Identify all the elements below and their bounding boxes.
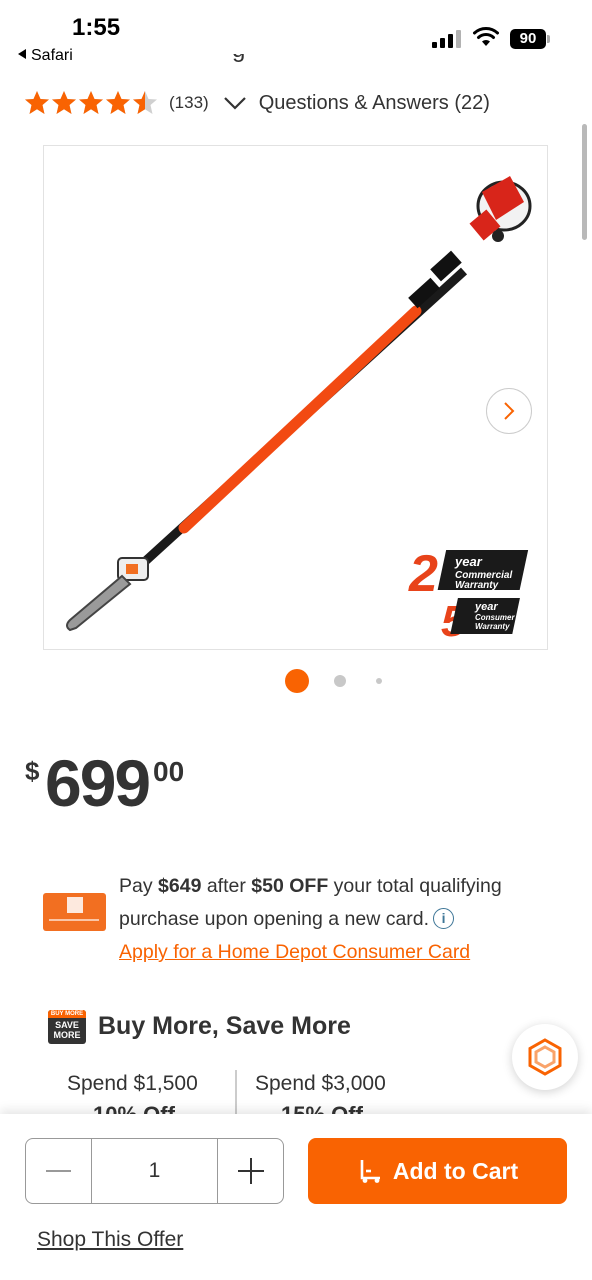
- scrollbar[interactable]: [582, 124, 587, 240]
- back-app-label: Safari: [31, 47, 73, 64]
- svg-text:Warranty: Warranty: [475, 622, 510, 631]
- star-icon: [52, 91, 76, 114]
- card-number-line: [49, 919, 99, 921]
- wifi-icon: [473, 27, 499, 46]
- bmsm-icon-save: SAVE: [55, 1020, 79, 1030]
- star-icon: [106, 91, 130, 114]
- battery-icon: 90: [510, 29, 546, 49]
- shop-this-offer-link[interactable]: Shop This Offer: [37, 1228, 183, 1252]
- add-to-cart-button[interactable]: Add to Cart: [308, 1138, 567, 1204]
- plus-icon[interactable]: [218, 1139, 283, 1203]
- rating-row[interactable]: (133) Questions & Answers (22): [24, 89, 490, 117]
- back-triangle-icon: [18, 49, 26, 59]
- carousel-dot-active[interactable]: [285, 669, 309, 693]
- carousel-dot[interactable]: [334, 675, 346, 687]
- bmsm-icon-more: MORE: [53, 1030, 81, 1040]
- cart-dolly-icon: [360, 1160, 380, 1183]
- svg-text:year: year: [474, 601, 498, 613]
- back-to-safari[interactable]: Safari: [18, 47, 73, 65]
- offer-pre: Pay: [119, 875, 159, 897]
- quantity-input[interactable]: 1: [91, 1139, 218, 1203]
- product-title-clipped: g: [232, 54, 258, 68]
- home-depot-logo: [67, 897, 83, 913]
- svg-text:2: 2: [408, 545, 438, 603]
- next-image-button[interactable]: [486, 388, 532, 434]
- product-image: 2 year Commercial Warranty 5 year Consum…: [66, 176, 532, 646]
- offer-amount: $649: [158, 875, 202, 897]
- carousel-dot-small[interactable]: [376, 678, 382, 684]
- status-bar: 1:55 Safari 90: [0, 0, 592, 80]
- star-icon: [79, 91, 103, 114]
- questions-answers-link[interactable]: Questions & Answers (22): [259, 92, 490, 115]
- chat-widget-icon: [528, 1038, 562, 1076]
- carousel-dots[interactable]: [0, 668, 592, 694]
- quantity-stepper: 1: [25, 1138, 284, 1204]
- add-to-cart-label: Add to Cart: [392, 1157, 519, 1184]
- price-dollars: 699: [45, 746, 151, 820]
- signal-icon: [432, 30, 462, 48]
- review-count[interactable]: (133): [169, 93, 209, 113]
- chevron-down-icon[interactable]: [223, 95, 247, 111]
- tier-spend: Spend $1,500: [67, 1072, 198, 1095]
- star-rating: [24, 90, 159, 116]
- bmsm-tier-1: Spend $1,500 10% Off: [67, 1072, 198, 1127]
- offer-mid: after: [201, 875, 252, 897]
- svg-text:year: year: [454, 554, 483, 569]
- svg-text:Warranty: Warranty: [455, 580, 499, 591]
- tier-spend: Spend $3,000: [255, 1072, 386, 1095]
- tier-divider: [235, 1070, 237, 1118]
- price-currency: $: [25, 756, 40, 786]
- star-icon: [25, 91, 49, 114]
- chevron-right-icon: [504, 402, 515, 420]
- offer-discount: $50 OFF: [251, 875, 329, 897]
- clock: 1:55: [72, 14, 121, 41]
- buy-more-save-more-icon: BUY MORE SAVE MORE: [48, 1010, 86, 1044]
- svg-text:Consumer: Consumer: [475, 613, 515, 622]
- credit-card-image: [43, 893, 106, 931]
- minus-icon[interactable]: [26, 1139, 91, 1203]
- price-cents: 00: [153, 756, 185, 787]
- bmsm-icon-top: BUY MORE: [48, 1010, 86, 1018]
- chat-widget-button[interactable]: [512, 1024, 578, 1090]
- battery-tip: [547, 35, 550, 43]
- star-icon: [133, 91, 157, 114]
- info-icon[interactable]: i: [433, 908, 455, 929]
- product-image-carousel[interactable]: 2 year Commercial Warranty 5 year Consum…: [43, 145, 548, 650]
- bmsm-title: Buy More, Save More: [98, 1012, 351, 1040]
- card-offer-text: Pay $649 after $50 OFF your total qualif…: [119, 870, 559, 969]
- bmsm-tier-2: Spend $3,000 15% Off: [255, 1072, 386, 1127]
- sticky-cart-bar: 1 Add to Cart Shop This Offer: [0, 1114, 592, 1280]
- bmsm-tiers: Spend $1,500 10% Off Spend $3,000 15% Of…: [0, 1068, 592, 1127]
- apply-card-link[interactable]: Apply for a Home Depot Consumer Card: [119, 941, 470, 963]
